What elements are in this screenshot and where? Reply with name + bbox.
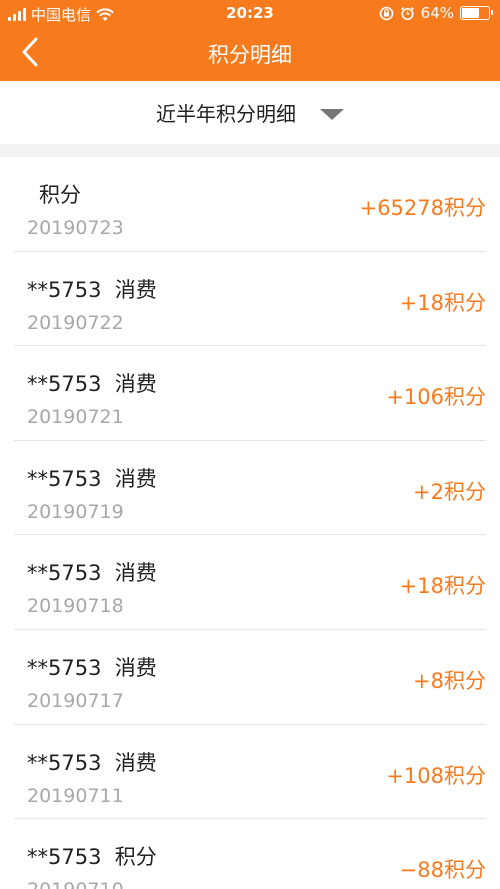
record-points: +18积分 [399, 574, 486, 599]
alarm-icon [400, 6, 414, 20]
record-date: 20190721 [27, 406, 124, 429]
nav-bar: 积分明细 [0, 26, 500, 81]
record-date: 20190717 [27, 689, 124, 712]
record-title: **5753 消费 [27, 561, 157, 586]
record-date: 20190710 [27, 879, 124, 889]
record-title: **5753 消费 [27, 750, 157, 775]
battery-icon [460, 6, 493, 20]
points-record-list: 积分 20190723 +65278积分 **5753 消费 20190722 +18积分… [0, 157, 500, 889]
record-points: +8积分 [413, 668, 486, 693]
rotation-lock-icon [379, 6, 393, 20]
record-date: 20190718 [27, 595, 124, 618]
battery-percent: 64% [420, 4, 454, 22]
list-item: **5753 积分 20190710 −88积分 [14, 819, 486, 889]
list-item: **5753 消费 20190711 +108积分 [14, 725, 486, 820]
record-points: −88积分 [399, 858, 486, 883]
period-filter[interactable]: 近半年积分明细 [0, 81, 500, 144]
record-date: 20190711 [27, 784, 124, 807]
record-title: **5753 消费 [27, 372, 157, 397]
list-item: **5753 消费 20190722 +18积分 [14, 252, 486, 347]
record-title: **5753 积分 [27, 845, 157, 870]
list-item: **5753 消费 20190719 +2积分 [14, 441, 486, 536]
status-bar: 中国电信 20:23 64% [0, 0, 500, 26]
list-item: **5753 消费 20190717 +8积分 [14, 630, 486, 725]
record-title: **5753 消费 [27, 655, 157, 680]
status-right: 64% [379, 4, 493, 22]
record-date: 20190722 [27, 311, 124, 334]
filter-label: 近半年积分明细 [156, 102, 296, 126]
record-date: 20190723 [27, 217, 124, 239]
record-date: 20190719 [27, 500, 124, 523]
record-points: +108积分 [386, 763, 486, 788]
list-item: **5753 消费 20190718 +18积分 [14, 535, 486, 630]
record-points: +106积分 [386, 385, 486, 410]
battery-fill [462, 8, 479, 18]
page-title: 积分明细 [208, 43, 292, 67]
list-item: **5753 消费 20190721 +106积分 [14, 346, 486, 441]
record-title: **5753 消费 [27, 277, 157, 302]
record-title: **5753 消费 [27, 466, 157, 491]
record-points: +2积分 [413, 479, 486, 504]
list-item: 积分 20190723 +65278积分 [14, 157, 486, 252]
record-title: 积分 [39, 183, 81, 207]
record-points: +18积分 [399, 290, 486, 315]
record-points: +65278积分 [359, 196, 486, 220]
caret-down-icon [320, 108, 344, 120]
